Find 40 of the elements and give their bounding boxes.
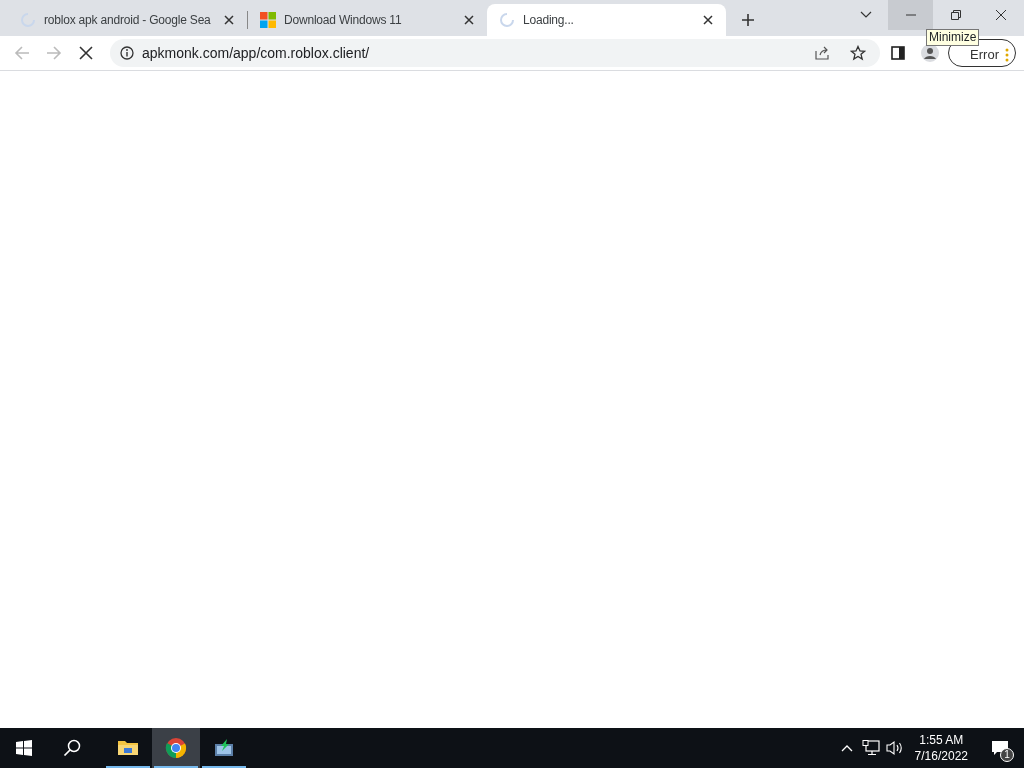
url-text: apkmonk.com/app/com.roblox.client/ <box>142 43 371 63</box>
close-icon <box>224 15 234 25</box>
share-icon <box>814 45 830 61</box>
notification-count: 1 <box>1000 748 1014 762</box>
taskbar-app-button[interactable] <box>152 728 200 768</box>
close-icon <box>703 15 713 25</box>
star-icon <box>850 45 866 61</box>
network-icon <box>861 740 880 756</box>
search-icon <box>63 739 81 757</box>
tooltip: Minimize <box>926 29 980 46</box>
speaker-icon <box>885 740 904 756</box>
new-tab-button[interactable] <box>740 12 756 28</box>
installer-icon <box>213 737 235 759</box>
close-icon <box>464 15 474 25</box>
close-icon <box>79 46 93 60</box>
close-icon <box>995 10 1006 20</box>
address-bar[interactable]: apkmonk.com/app/com.roblox.client/ <box>110 39 880 67</box>
chevron-up-icon <box>840 744 853 752</box>
plus-icon <box>741 13 755 27</box>
restore-icon <box>950 10 961 20</box>
clock-date: 7/16/2022 <box>914 748 968 764</box>
tab-title: Loading... <box>523 12 575 29</box>
tab-title: Download Windows 11 <box>284 12 403 29</box>
windows-logo-icon <box>16 740 32 756</box>
browser-tab[interactable]: roblox apk android - Google Sea <box>8 4 247 36</box>
browser-tab[interactable]: Download Windows 11 <box>248 4 487 36</box>
tab-title: roblox apk android - Google Sea <box>44 12 212 29</box>
browser-tab[interactable]: Loading... <box>487 4 726 36</box>
clock-time: 1:55 AM <box>918 732 965 748</box>
chrome-logo-icon <box>165 737 187 759</box>
side-panel-icon <box>891 46 905 60</box>
arrow-left-icon <box>14 45 30 61</box>
chevron-down-icon <box>859 11 872 19</box>
kebab-menu-icon <box>1005 48 1009 62</box>
windows-logo-icon <box>260 12 276 28</box>
loading-spinner-icon <box>499 12 515 28</box>
avatar-icon <box>921 44 939 62</box>
info-icon <box>120 46 134 60</box>
notifications-button[interactable]: 1 <box>976 728 1024 768</box>
arrow-right-icon <box>46 45 62 61</box>
